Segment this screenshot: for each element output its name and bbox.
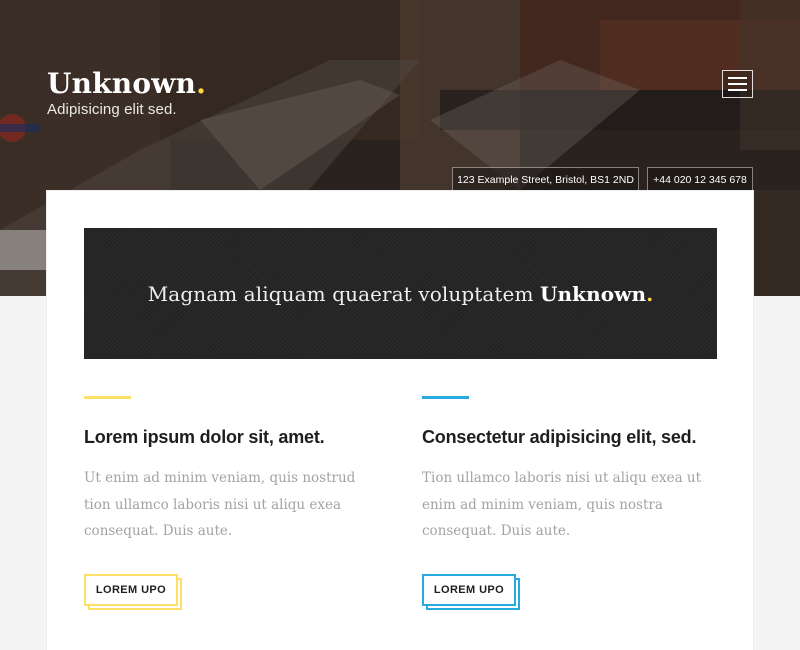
accent-line bbox=[422, 396, 469, 399]
accent-line bbox=[84, 396, 131, 399]
feature-text: Ut enim ad minim veniam, quis nostrud ti… bbox=[84, 470, 356, 539]
feature-column: Consectetur adipisicing elit, sed. Tion … bbox=[422, 396, 722, 610]
banner-text-strong: Unknown bbox=[540, 281, 647, 306]
brand[interactable]: Unknown. Adipisicing elit sed. bbox=[47, 67, 206, 118]
banner-text: Magnam aliquam quaerat voluptatem Unknow… bbox=[148, 282, 654, 306]
brand-tagline: Adipisicing elit sed. bbox=[47, 101, 177, 118]
intro-banner: Magnam aliquam quaerat voluptatem Unknow… bbox=[84, 228, 717, 359]
feature-button-wrapper: LOREM UPO bbox=[422, 573, 520, 610]
banner-dot: . bbox=[646, 281, 654, 306]
hamburger-menu-icon bbox=[728, 77, 747, 79]
address-tag: 123 Example Street, Bristol, BS1 2ND bbox=[452, 167, 639, 191]
hamburger-menu-icon-bar bbox=[728, 83, 747, 85]
feature-button-wrapper: LOREM UPO bbox=[84, 573, 182, 610]
lorem-upo-button[interactable]: LOREM UPO bbox=[84, 573, 178, 606]
brand-name[interactable]: Unknown bbox=[47, 67, 196, 100]
banner-text-main: Magnam aliquam quaerat voluptatem bbox=[147, 281, 540, 306]
feature-title: Lorem ipsum dolor sit, amet. bbox=[84, 427, 325, 447]
hamburger-menu-icon-bar bbox=[728, 89, 747, 91]
content-card: Magnam aliquam quaerat voluptatem Unknow… bbox=[47, 191, 753, 650]
menu-button[interactable] bbox=[722, 70, 753, 98]
lorem-upo-button[interactable]: LOREM UPO bbox=[422, 573, 516, 606]
feature-title: Consectetur adipisicing elit, sed. bbox=[422, 427, 697, 447]
brand-dot: . bbox=[196, 67, 206, 100]
phone-tag[interactable]: +44 020 12 345 678 bbox=[647, 167, 753, 191]
feature-text: Tion ullamco laboris nisi ut aliqu exea … bbox=[422, 470, 702, 539]
feature-column: Lorem ipsum dolor sit, amet. Ut enim ad … bbox=[84, 396, 384, 610]
